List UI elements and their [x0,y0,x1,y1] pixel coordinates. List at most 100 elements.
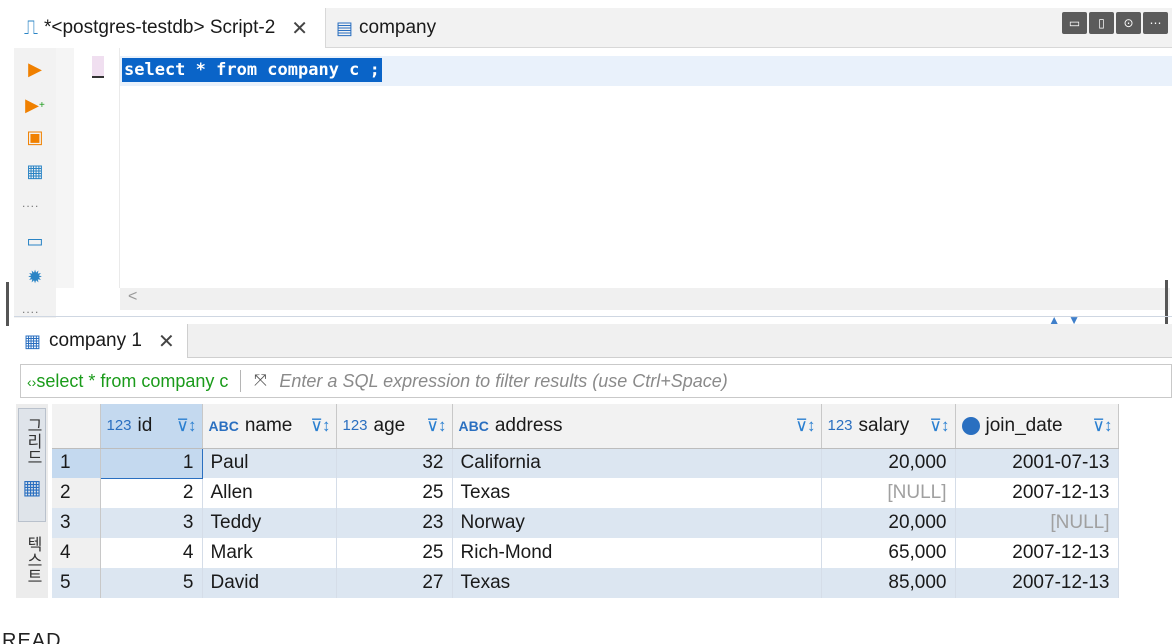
cell-address[interactable]: Rich-Mond [452,538,822,568]
results-view-switcher: 그리드 ▦ 텍스트 [16,404,48,598]
column-header-age[interactable]: 123 age ⊽↕ [336,404,453,449]
cell-name[interactable]: Mark [202,538,337,568]
numeric-type-icon: 123 [106,417,132,435]
line-number-gutter [56,48,74,288]
current-line-marker [92,56,104,78]
filter-sort-icon[interactable]: ⊽↕ [1093,416,1113,436]
text-type-icon: ABC [208,417,239,434]
window-buttons: ▭ ▯ ⊙ ⋯ [1062,12,1168,34]
cell-age[interactable]: 23 [336,508,453,538]
tab-script-2[interactable]: ⎍ *<postgres-testdb> Script-2 ✕ [14,8,326,48]
cell-name[interactable]: David [202,568,337,598]
table-row[interactable]: 1 1 Paul 32 California 20,000 2001-07-13 [52,447,1119,479]
cell-id[interactable]: 5 [100,568,203,598]
fold-gutter [74,48,120,288]
panel-icon[interactable]: ▯ [1089,12,1114,34]
execute-in-new-tab-icon[interactable]: ▶ + [24,94,46,116]
grid-view-tab[interactable]: 그리드 ▦ [18,408,46,522]
cell-address[interactable]: California [452,448,822,478]
results-grid: 123 id ⊽↕ ABC name ⊽↕ 123 age ⊽↕ ABC add… [52,404,1119,598]
row-number[interactable]: 3 [52,508,101,538]
execute-statement-icon[interactable]: ▶ [24,58,46,80]
cell-join-date[interactable]: 2001-07-13 [955,448,1119,478]
scroll-left-icon[interactable]: < [128,288,137,306]
cell-age[interactable]: 25 [336,478,453,508]
numeric-type-icon: 123 [342,417,368,435]
cell-salary[interactable]: 85,000 [821,568,956,598]
close-icon[interactable]: ✕ [158,329,175,354]
row-number[interactable]: 5 [52,568,101,598]
cell-age[interactable]: 27 [336,568,453,598]
filter-sort-icon[interactable]: ⊽↕ [427,416,447,436]
cell-age[interactable]: 32 [336,448,453,478]
terminal-icon[interactable]: ▭ [24,230,46,252]
table-row[interactable]: 4 4 Mark 25 Rich-Mond 65,000 2007-12-13 [52,538,1119,568]
editor-horizontal-scrollbar[interactable]: < [120,288,1170,310]
table-icon: ▤ [336,17,354,38]
table-row[interactable]: 5 5 David 27 Texas 85,000 2007-12-13 [52,568,1119,598]
sql-selected-text[interactable]: select * from company c ; [122,58,382,82]
date-type-icon [961,416,980,435]
toolbar-separator: .... [22,196,40,210]
left-resize-handle[interactable] [6,282,9,326]
more-icon[interactable]: ⋯ [1143,12,1168,34]
settings-gear-icon[interactable]: ✹ [24,266,46,288]
cell-join-date[interactable]: 2007-12-13 [955,538,1119,568]
explain-plan-icon[interactable]: ▦ [24,160,46,182]
filter-input[interactable] [273,366,1171,396]
cell-salary[interactable]: 20,000 [821,508,956,538]
text-type-icon: ABC [458,417,489,434]
cell-name[interactable]: Teddy [202,508,337,538]
tab-company-1[interactable]: ▦ company 1 ✕ [14,324,188,358]
cell-name[interactable]: Paul [202,448,337,478]
cell-address[interactable]: Norway [452,508,822,538]
execute-script-icon[interactable]: ▣ [24,126,46,148]
tab-company[interactable]: ▤ company [334,8,436,48]
editor-toolbar: ▶ ▶ + ▣ ▦ .... ▭ ✹ .... [14,48,56,318]
expand-icon[interactable]: ⤧ [247,372,273,390]
column-header-label: join_date [985,414,1063,436]
column-header-address[interactable]: ABC address ⊽↕ [452,404,822,449]
column-header-id[interactable]: 123 id ⊽↕ [100,404,203,449]
column-header-join-date[interactable]: join_date ⊽↕ [955,404,1119,449]
filter-sort-icon[interactable]: ⊽↕ [930,416,950,436]
cell-address[interactable]: Texas [452,478,822,508]
query-text[interactable]: ‹›select * from company c [21,371,228,392]
cell-id[interactable]: 3 [100,508,203,538]
cell-id[interactable]: 2 [100,478,203,508]
cell-id[interactable]: 1 [99,447,203,479]
cell-age[interactable]: 25 [336,538,453,568]
cell-salary[interactable]: [NULL] [821,478,956,508]
download-icon[interactable]: ⊙ [1116,12,1141,34]
filter-sort-icon[interactable]: ⊽↕ [177,416,197,436]
close-icon[interactable]: ✕ [291,16,308,41]
column-header-salary[interactable]: 123 salary ⊽↕ [821,404,956,449]
filter-sort-icon[interactable]: ⊽↕ [311,416,331,436]
cell-salary[interactable]: 20,000 [821,448,956,478]
grid-table-icon: ▦ [24,330,42,351]
text-view-tab[interactable]: 텍스트 [18,536,46,598]
cell-salary[interactable]: 65,000 [821,538,956,568]
sql-editor[interactable]: select * from company c ; [120,48,1172,288]
cell-join-date[interactable]: 2007-12-13 [955,568,1119,598]
results-tab-bar: ▦ company 1 ✕ [14,324,1172,358]
column-header-name[interactable]: ABC name ⊽↕ [202,404,337,449]
column-header-label: salary [858,414,910,436]
column-header-label: id [137,414,153,436]
cell-address[interactable]: Texas [452,568,822,598]
cell-name[interactable]: Allen [202,478,337,508]
comment-icon[interactable]: ▭ [1062,12,1087,34]
cell-id[interactable]: 4 [100,538,203,568]
footer-caption: READ [2,630,62,644]
cell-join-date[interactable]: [NULL] [955,508,1119,538]
row-number[interactable]: 4 [52,538,101,568]
table-row[interactable]: 2 2 Allen 25 Texas [NULL] 2007-12-13 [52,478,1119,508]
row-number[interactable]: 1 [52,448,101,478]
text-view-label: 텍스트 [24,536,41,584]
filter-sort-icon[interactable]: ⊽↕ [796,416,816,436]
panel-splitter[interactable]: ▲▼ [14,313,1172,327]
cell-join-date[interactable]: 2007-12-13 [955,478,1119,508]
column-header-label: age [373,414,406,436]
table-row[interactable]: 3 3 Teddy 23 Norway 20,000 [NULL] [52,508,1119,538]
row-number[interactable]: 2 [52,478,101,508]
